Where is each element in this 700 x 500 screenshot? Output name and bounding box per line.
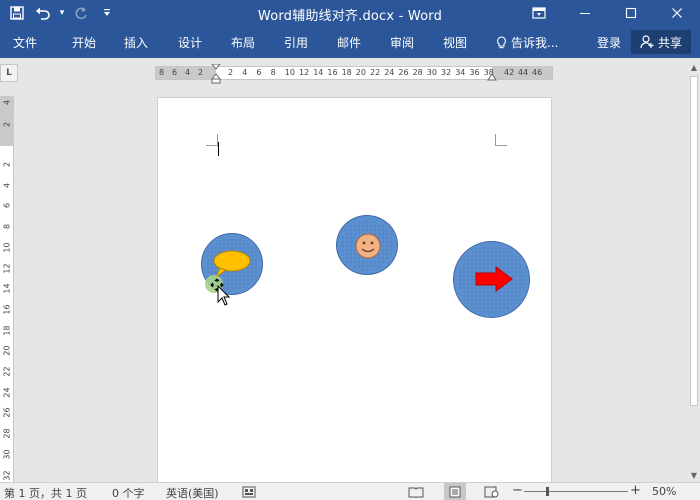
ruler-number: 22 <box>370 68 381 77</box>
ruler-number: 30 <box>426 68 437 77</box>
ruler-number: 22 <box>2 366 12 377</box>
scroll-down-icon[interactable]: ▼ <box>688 470 700 482</box>
ruler-number: 4 <box>2 99 12 106</box>
tab-home[interactable]: 开始 <box>72 34 96 51</box>
ruler-number: 6 <box>256 68 262 77</box>
margin-corner-top-right <box>495 134 507 146</box>
ruler-number: 14 <box>2 283 12 294</box>
tab-references[interactable]: 引用 <box>284 34 308 51</box>
title-bar: ▾ Word辅助线对齐.docx - Word <box>0 0 700 26</box>
lightbulb-icon <box>497 35 506 48</box>
ruler-number: 2 <box>228 68 234 77</box>
ruler-number: 16 <box>2 304 12 315</box>
document-page[interactable] <box>157 97 552 487</box>
tab-view[interactable]: 视图 <box>443 34 467 51</box>
tell-me-box[interactable]: 告诉我... <box>496 34 558 51</box>
tab-stop-selector[interactable]: L <box>0 64 18 82</box>
ruler-number: 14 <box>313 68 324 77</box>
ruler-number: 18 <box>2 325 12 336</box>
zoom-in-button[interactable]: + <box>630 483 641 498</box>
word-count[interactable]: 0 个字 <box>112 485 145 500</box>
ribbon-display-options-icon[interactable] <box>516 0 562 26</box>
ruler-number: 2 <box>198 68 204 77</box>
language-indicator[interactable]: 英语(美国) <box>166 485 219 500</box>
smiley-face-icon <box>355 233 381 259</box>
ruler-number: 10 <box>284 68 295 77</box>
ruler-number: 32 <box>441 68 452 77</box>
ruler-number: 26 <box>2 407 12 418</box>
horizontal-ruler[interactable]: 8 6 4 2 2 4 6 8 10 12 14 16 18 20 22 24 26 28 30 32 34 36 38 42… <box>155 64 553 84</box>
page-count[interactable]: 第 1 页，共 1 页 <box>4 485 87 500</box>
ruler-number: 4 <box>185 68 191 77</box>
ruler-number: 6 <box>2 203 12 209</box>
zoom-slider-track[interactable] <box>524 491 628 492</box>
tab-design[interactable]: 设计 <box>178 34 202 51</box>
tab-review[interactable]: 审阅 <box>390 34 414 51</box>
ruler-number: 18 <box>341 68 352 77</box>
ruler-number: 2 <box>2 121 12 128</box>
ruler-number: 24 <box>2 387 12 398</box>
margin-corner-top-left <box>206 134 218 146</box>
ruler-number: 20 <box>355 68 366 77</box>
sign-in-link[interactable]: 登录 <box>597 34 621 51</box>
ruler-number: 24 <box>384 68 395 77</box>
ruler-number: 6 <box>172 68 178 77</box>
ruler-number: 36 <box>469 68 480 77</box>
maximize-icon[interactable] <box>608 0 654 26</box>
share-button[interactable]: 共享 <box>631 30 691 54</box>
ruler-number: 12 <box>2 262 12 274</box>
move-cursor-icon <box>210 278 230 306</box>
read-mode-icon[interactable] <box>408 486 424 498</box>
text-cursor <box>218 142 219 156</box>
minimize-icon[interactable] <box>562 0 608 26</box>
ruler-number: 32 <box>2 469 12 481</box>
tab-insert[interactable]: 插入 <box>124 34 148 51</box>
status-bar: 第 1 页，共 1 页 0 个字 英语(美国) − + 50% <box>0 482 700 500</box>
tell-me-label: 告诉我... <box>511 36 559 50</box>
ribbon-tab-bar: 文件 开始 插入 设计 布局 引用 邮件 审阅 视图 告诉我... 登录 共享 <box>0 26 700 58</box>
ruler-number: 4 <box>242 68 248 77</box>
zoom-level[interactable]: 50% <box>652 485 676 498</box>
web-layout-icon[interactable] <box>484 486 500 498</box>
ruler-number: 4 <box>2 182 12 188</box>
print-layout-icon <box>449 486 461 498</box>
window-controls <box>516 0 700 26</box>
ruler-number: 8 <box>270 68 276 77</box>
macro-recording-icon[interactable] <box>242 486 256 498</box>
ruler-number: 12 <box>299 68 310 77</box>
scroll-thumb[interactable] <box>690 76 698 406</box>
vertical-scrollbar[interactable]: ▲ ▼ <box>688 62 700 482</box>
ruler-number: 10 <box>2 242 12 253</box>
ruler-number: 34 <box>455 68 466 77</box>
share-label: 共享 <box>657 35 682 50</box>
tab-file[interactable]: 文件 <box>13 34 37 51</box>
ruler-number: 46 <box>532 68 543 77</box>
right-indent-marker-icon[interactable] <box>486 73 498 83</box>
ruler-number: 44 <box>518 68 529 77</box>
tab-mailings[interactable]: 邮件 <box>337 34 361 51</box>
ruler-number: 28 <box>412 68 423 77</box>
ruler-number: 26 <box>398 68 409 77</box>
tab-layout[interactable]: 布局 <box>231 34 255 51</box>
ruler-number: 8 <box>159 68 165 77</box>
speech-bubble-icon <box>213 250 251 278</box>
zoom-out-button[interactable]: − <box>512 483 523 498</box>
print-layout-button[interactable] <box>444 483 466 500</box>
circle-shape-arrow[interactable] <box>453 241 530 318</box>
scroll-up-icon[interactable]: ▲ <box>688 62 700 74</box>
ruler-number: 2 <box>2 161 12 168</box>
ruler-number: 8 <box>2 224 12 230</box>
zoom-slider-thumb[interactable] <box>546 487 549 496</box>
ruler-number: 16 <box>327 68 338 77</box>
add-person-icon <box>640 35 654 49</box>
close-icon[interactable] <box>654 0 700 26</box>
right-arrow-icon <box>475 266 513 292</box>
ruler-number: 42 <box>504 68 515 77</box>
circle-shape-smiley[interactable] <box>336 215 398 275</box>
ruler-number: 30 <box>2 449 12 460</box>
ruler-number: 20 <box>2 345 12 356</box>
vertical-ruler[interactable]: 4 2 2 4 6 8 10 12 14 16 18 20 22 24 26 28 30 32 <box>0 96 14 482</box>
ruler-number: 28 <box>2 428 12 439</box>
indent-marker-icon[interactable] <box>210 64 222 84</box>
